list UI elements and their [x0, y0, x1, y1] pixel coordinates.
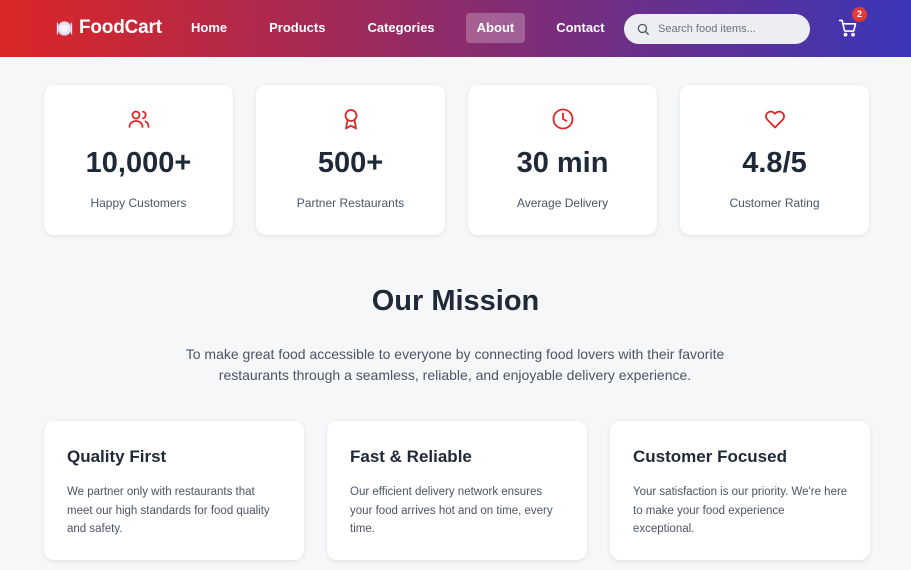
plate-icon	[56, 20, 73, 36]
stat-value: 30 min	[516, 147, 609, 179]
feature-title: Fast & Reliable	[350, 447, 472, 466]
stat-label: Customer Rating	[729, 196, 820, 210]
cart-count-badge: 2	[852, 7, 867, 22]
nav-products[interactable]: Products	[258, 13, 336, 43]
features-section: Quality First We partner only with resta…	[44, 421, 870, 560]
brand-name: FoodCart	[79, 17, 162, 38]
feature-text: Your satisfaction is our priority. We're…	[633, 486, 848, 535]
stat-label: Happy Customers	[90, 196, 187, 210]
mission-text: To make great food accessible to everyon…	[185, 346, 725, 383]
search-input[interactable]	[658, 23, 798, 35]
feature-title: Quality First	[67, 447, 167, 466]
heart-icon	[764, 110, 785, 129]
stat-value: 4.8/5	[742, 147, 807, 179]
stat-value: 500+	[317, 147, 384, 179]
clock-icon	[552, 108, 573, 130]
feature-title: Customer Focused	[633, 447, 787, 466]
feature-card-customer: Customer Focused Your satisfaction is ou…	[610, 421, 870, 560]
stat-card-restaurants: 500+ Partner Restaurants	[256, 85, 445, 235]
users-icon	[128, 110, 149, 128]
stat-value: 10,000+	[85, 147, 192, 179]
nav-contact[interactable]: Contact	[545, 13, 615, 43]
stats-section: 10,000+ Happy Customers 500+ Partner Res…	[44, 85, 869, 235]
feature-text: We partner only with restaurants that me…	[67, 486, 270, 535]
nav-home[interactable]: Home	[180, 13, 238, 43]
feature-text: Our efficient delivery network ensures y…	[350, 486, 553, 535]
award-icon	[344, 109, 357, 130]
stat-card-delivery: 30 min Average Delivery	[468, 85, 657, 235]
stat-label: Average Delivery	[516, 196, 609, 210]
stat-card-rating: 4.8/5 Customer Rating	[680, 85, 869, 235]
mission-title: Our Mission	[371, 285, 540, 317]
nav-about[interactable]: About	[465, 13, 526, 43]
brand-logo[interactable]: FoodCart	[56, 17, 162, 39]
main-nav: Home Products Categories About Contact	[180, 13, 636, 43]
stat-label: Partner Restaurants	[296, 196, 405, 210]
stat-card-customers: 10,000+ Happy Customers	[44, 85, 233, 235]
search-bar	[624, 14, 810, 44]
feature-card-fast: Fast & Reliable Our efficient delivery n…	[327, 421, 587, 560]
feature-card-quality: Quality First We partner only with resta…	[44, 421, 304, 560]
top-navbar: FoodCart Home Products Categories About …	[0, 0, 911, 57]
nav-categories[interactable]: Categories	[356, 13, 445, 43]
search-icon	[637, 23, 649, 35]
